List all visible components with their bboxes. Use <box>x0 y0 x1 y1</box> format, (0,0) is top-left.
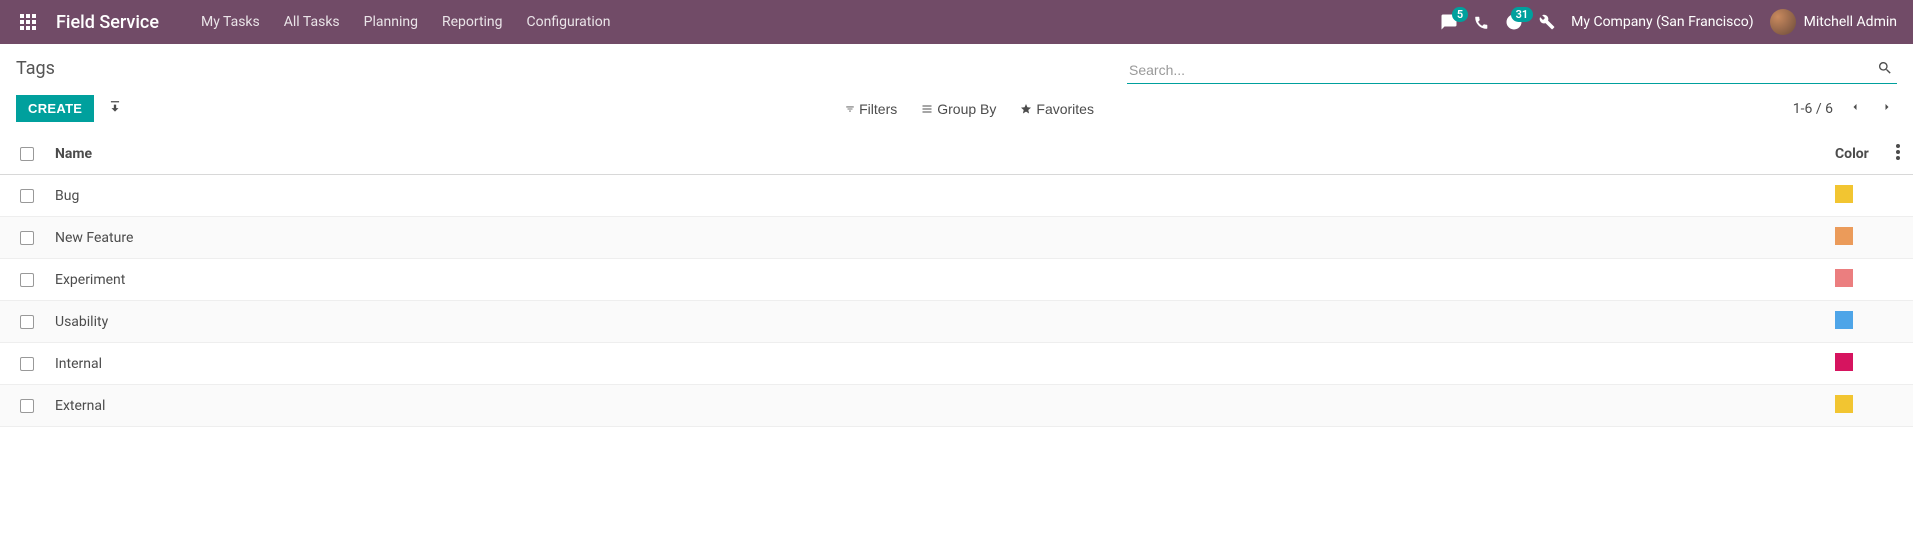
debug-icon[interactable] <box>1539 14 1555 30</box>
filters-button[interactable]: Filters <box>845 97 897 121</box>
color-swatch[interactable] <box>1835 269 1853 287</box>
table-row[interactable]: External <box>0 385 1913 427</box>
table-row[interactable]: Usability <box>0 301 1913 343</box>
row-name: External <box>43 385 1823 427</box>
row-checkbox[interactable] <box>20 357 34 371</box>
nav-my-tasks[interactable]: My Tasks <box>201 14 260 30</box>
row-checkbox[interactable] <box>20 315 34 329</box>
row-checkbox[interactable] <box>20 399 34 413</box>
color-swatch[interactable] <box>1835 353 1853 371</box>
row-name: Bug <box>43 175 1823 217</box>
row-name: Internal <box>43 343 1823 385</box>
activities-icon[interactable]: 31 <box>1505 13 1523 31</box>
col-name[interactable]: Name <box>43 134 1823 175</box>
messaging-badge: 5 <box>1452 7 1468 22</box>
select-all-checkbox[interactable] <box>20 147 34 161</box>
create-button[interactable]: CREATE <box>16 95 94 122</box>
phone-icon[interactable] <box>1474 15 1489 30</box>
table-row[interactable]: New Feature <box>0 217 1913 259</box>
company-selector[interactable]: My Company (San Francisco) <box>1571 14 1753 30</box>
nav-reporting[interactable]: Reporting <box>442 14 503 30</box>
nav-all-tasks[interactable]: All Tasks <box>284 14 340 30</box>
col-color[interactable]: Color <box>1823 134 1883 175</box>
color-swatch[interactable] <box>1835 227 1853 245</box>
apps-icon[interactable] <box>16 10 40 34</box>
favorites-button[interactable]: Favorites <box>1020 97 1094 121</box>
messaging-icon[interactable]: 5 <box>1440 13 1458 31</box>
groupby-label: Group By <box>937 101 996 117</box>
user-menu[interactable]: Mitchell Admin <box>1770 9 1897 35</box>
brand[interactable]: Field Service <box>56 12 159 33</box>
list-view: Name Color BugNew FeatureExperimentUsabi… <box>0 134 1913 427</box>
import-button[interactable] <box>104 96 126 121</box>
activities-badge: 31 <box>1511 7 1534 22</box>
pager-next[interactable] <box>1877 97 1897 120</box>
table-row[interactable]: Experiment <box>0 259 1913 301</box>
color-swatch[interactable] <box>1835 395 1853 413</box>
row-name: New Feature <box>43 217 1823 259</box>
color-swatch[interactable] <box>1835 185 1853 203</box>
color-swatch[interactable] <box>1835 311 1853 329</box>
nav-planning[interactable]: Planning <box>364 14 418 30</box>
control-panel: Tags CREATE Filters Group By <box>0 44 1913 122</box>
pager-text[interactable]: 1-6 / 6 <box>1793 101 1833 117</box>
row-name: Usability <box>43 301 1823 343</box>
nav-configuration[interactable]: Configuration <box>527 14 611 30</box>
table-row[interactable]: Bug <box>0 175 1913 217</box>
tags-table: Name Color BugNew FeatureExperimentUsabi… <box>0 134 1913 427</box>
row-checkbox[interactable] <box>20 273 34 287</box>
page-title: Tags <box>16 56 55 85</box>
navbar: Field Service My Tasks All Tasks Plannin… <box>0 0 1913 44</box>
search-input[interactable] <box>1127 58 1873 82</box>
search-wrap <box>1127 56 1897 84</box>
avatar <box>1770 9 1796 35</box>
favorites-label: Favorites <box>1036 101 1094 117</box>
user-name: Mitchell Admin <box>1804 14 1897 30</box>
row-name: Experiment <box>43 259 1823 301</box>
pager-prev[interactable] <box>1845 97 1865 120</box>
table-row[interactable]: Internal <box>0 343 1913 385</box>
groupby-button[interactable]: Group By <box>921 97 996 121</box>
row-checkbox[interactable] <box>20 231 34 245</box>
optional-columns-icon[interactable] <box>1896 148 1900 164</box>
search-icon[interactable] <box>1873 56 1897 83</box>
filters-label: Filters <box>859 101 897 117</box>
row-checkbox[interactable] <box>20 189 34 203</box>
nav-menu: My Tasks All Tasks Planning Reporting Co… <box>201 14 611 30</box>
